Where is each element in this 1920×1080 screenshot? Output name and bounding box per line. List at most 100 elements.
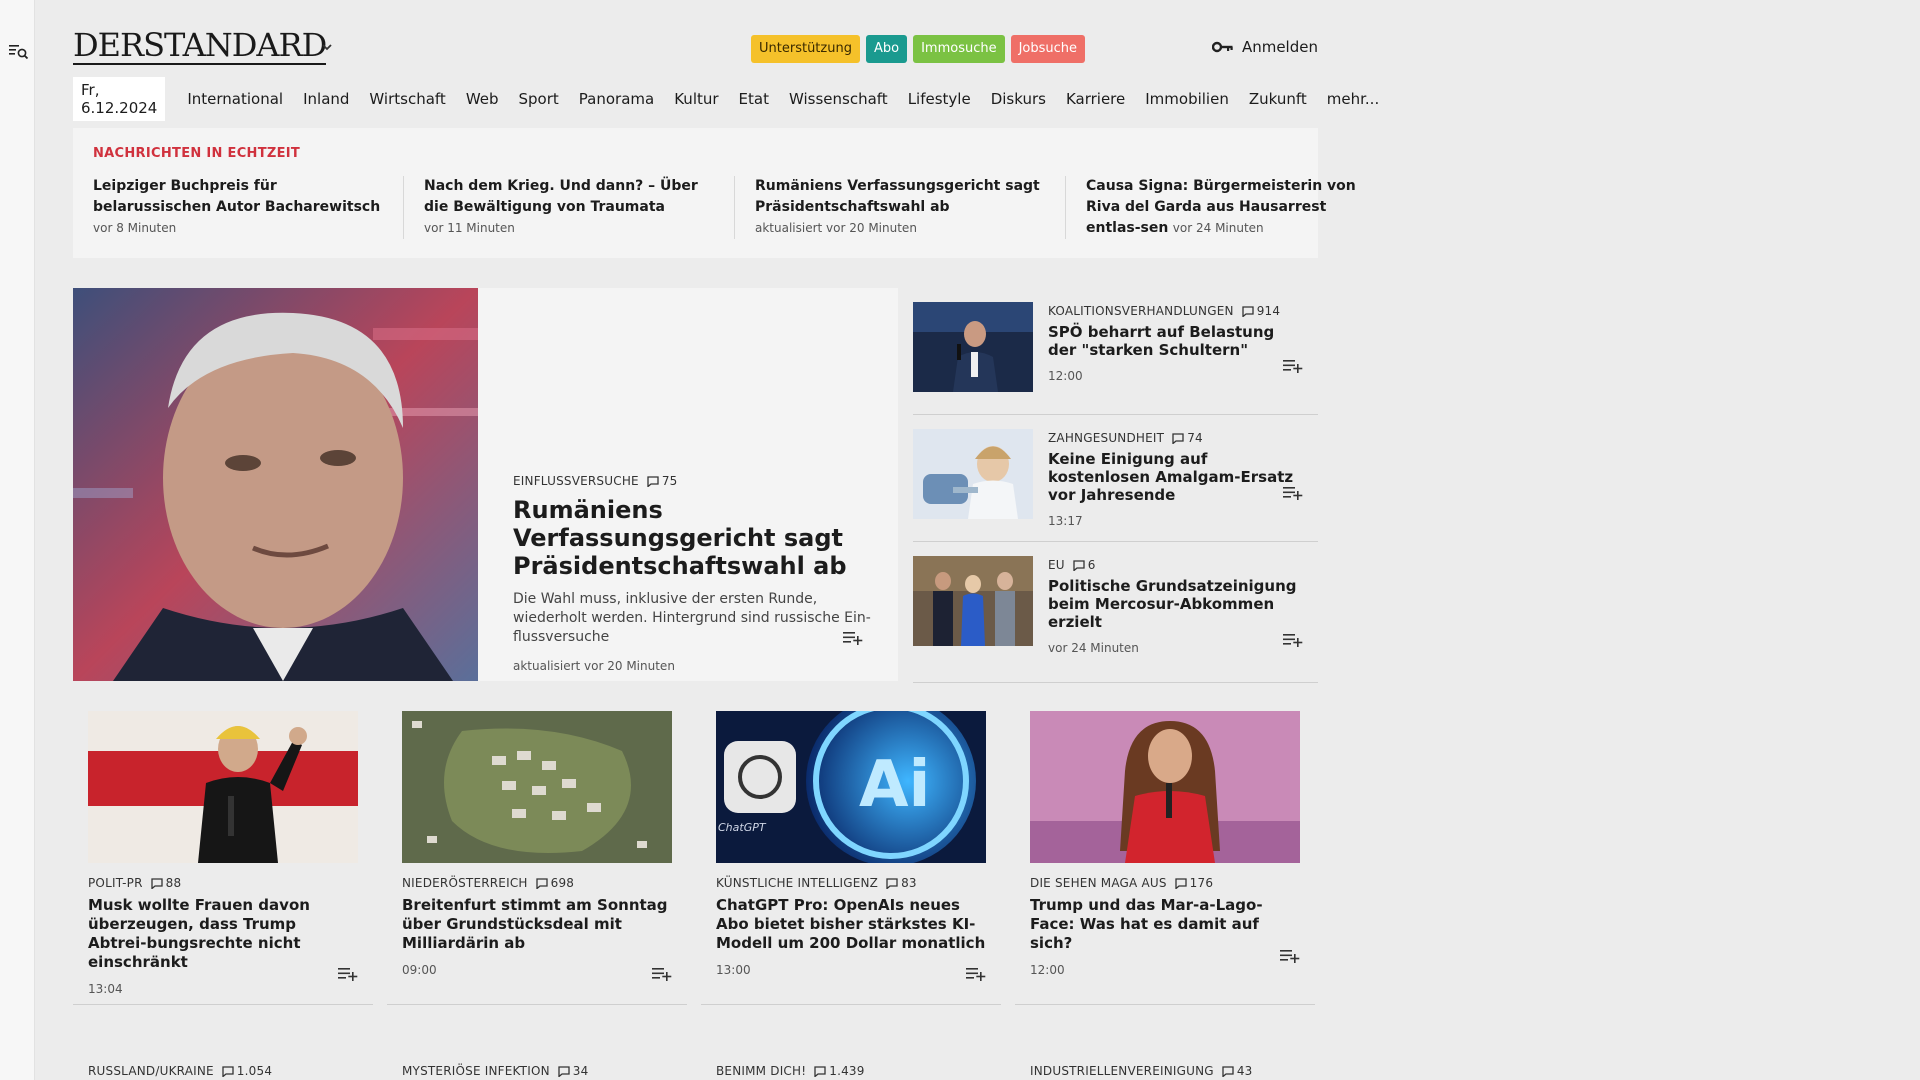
- add-to-list-icon[interactable]: [1283, 485, 1303, 501]
- add-to-list-icon[interactable]: [1280, 948, 1300, 964]
- article-kicker: ZAHNGESUNDHEIT: [1048, 431, 1165, 445]
- article-thumbnail[interactable]: [913, 429, 1033, 519]
- article-title[interactable]: Keine Einigung auf kostenlosen Amalgam-E…: [1048, 450, 1303, 504]
- nav-item-panorama[interactable]: Panorama: [569, 90, 664, 108]
- nav-item-international[interactable]: International: [177, 90, 293, 108]
- pill-jobsuche[interactable]: Jobsuche: [1010, 35, 1086, 63]
- list-item[interactable]: KOALITIONSVERHANDLUNGEN 914 SPÖ beharrt …: [913, 288, 1318, 415]
- add-to-list-icon[interactable]: [1283, 632, 1303, 648]
- nav-item-zukunft[interactable]: Zukunft: [1239, 90, 1317, 108]
- live-item-time: vor 8 Minuten: [93, 221, 177, 235]
- pill-unterstuetzung[interactable]: Unterstützung: [751, 35, 860, 63]
- live-item[interactable]: Leipziger Buchpreis für belarussischen A…: [93, 176, 404, 239]
- nav-item-kultur[interactable]: Kultur: [664, 90, 728, 108]
- search-menu-icon[interactable]: [9, 43, 29, 61]
- live-ticker: NACHRICHTEN IN ECHTZEIT Leipziger Buchpr…: [73, 128, 1356, 258]
- article-kicker-row[interactable]: RUSSLAND/UKRAINE 1.054: [73, 1064, 373, 1078]
- article-image[interactable]: [88, 711, 358, 863]
- article-title[interactable]: Musk wollte Frauen davon überzeugen, das…: [88, 896, 358, 972]
- comment-count[interactable]: 176: [1175, 876, 1214, 890]
- comment-count[interactable]: 1.054: [222, 1064, 272, 1078]
- pill-immosuche[interactable]: Immosuche: [913, 35, 1005, 63]
- lead-title[interactable]: Rumäniens Verfassungsgericht sagt Präsid…: [513, 496, 873, 580]
- article-thumbnail[interactable]: [913, 302, 1033, 392]
- lead-kicker-row: EINFLUSSVERSUCHE 75: [513, 474, 873, 488]
- login-button[interactable]: Anmelden: [1211, 38, 1318, 56]
- article-timestamp: 12:00: [1030, 963, 1065, 977]
- article-timestamp: 13:00: [716, 963, 751, 977]
- article-kicker-row[interactable]: BENIMM DICH! 1.439: [701, 1064, 1001, 1078]
- pill-abo[interactable]: Abo: [865, 35, 908, 63]
- nav-item-wirtschaft[interactable]: Wirtschaft: [359, 90, 455, 108]
- nav-item-immobilien[interactable]: Immobilien: [1135, 90, 1239, 108]
- article-thumbnail[interactable]: [913, 556, 1033, 646]
- comment-count-value: 74: [1187, 431, 1203, 445]
- article-grid: POLIT-PR 88 Musk wollte Frauen davon übe…: [73, 696, 1318, 1005]
- add-to-list-icon[interactable]: [966, 966, 986, 982]
- comment-count[interactable]: 75: [647, 474, 678, 488]
- article-kicker: INDUSTRIELLENVEREINIGUNG: [1030, 1064, 1214, 1078]
- live-item[interactable]: Nach dem Krieg. Und dann? – Über die Bew…: [424, 176, 735, 239]
- comment-count[interactable]: 914: [1242, 304, 1281, 318]
- side-list: KOALITIONSVERHANDLUNGEN 914 SPÖ beharrt …: [913, 288, 1318, 683]
- article-card[interactable]: Ai ChatGPT KÜNSTLICHE INTELLIGENZ 83 Cha…: [701, 696, 1001, 1005]
- add-to-list-icon[interactable]: [1283, 358, 1303, 374]
- comment-icon: [535, 877, 548, 889]
- comment-icon: [647, 475, 659, 487]
- nav-item-sport[interactable]: Sport: [509, 90, 569, 108]
- article-kicker: BENIMM DICH!: [716, 1064, 807, 1078]
- article-title[interactable]: Trump und das Mar-a-Lago-Face: Was hat e…: [1030, 896, 1300, 953]
- list-item[interactable]: ZAHNGESUNDHEIT 74 Keine Einigung auf kos…: [913, 415, 1318, 542]
- comment-count[interactable]: 74: [1172, 431, 1203, 445]
- article-title[interactable]: SPÖ beharrt auf Belastung der "starken S…: [1048, 323, 1303, 359]
- article-title[interactable]: ChatGPT Pro: OpenAIs neues Abo bietet bi…: [716, 896, 986, 953]
- comment-count[interactable]: 698: [535, 876, 575, 890]
- article-title[interactable]: Breitenfurt stimmt am Sonntag über Grund…: [402, 896, 672, 953]
- comment-icon: [222, 1065, 234, 1077]
- article-kicker: DIE SEHEN MAGA AUS: [1030, 876, 1167, 890]
- nav-item-mehr[interactable]: mehr...: [1317, 90, 1389, 108]
- article-card[interactable]: DIE SEHEN MAGA AUS 176 Trump und das Mar…: [1015, 696, 1315, 1005]
- lead-timestamp: aktualisiert vor 20 Minuten: [513, 659, 675, 673]
- nav-item-karriere[interactable]: Karriere: [1056, 90, 1135, 108]
- site-logo[interactable]: DERSTANDARD: [73, 27, 327, 65]
- article-kicker-row[interactable]: INDUSTRIELLENVEREINIGUNG 43: [1015, 1064, 1315, 1078]
- nav-item-wissenschaft[interactable]: Wissenschaft: [779, 90, 898, 108]
- comment-count[interactable]: 43: [1222, 1064, 1253, 1078]
- list-item[interactable]: EU 6 Politische Grundsatzeinigung beim M…: [913, 542, 1318, 683]
- article-card[interactable]: POLIT-PR 88 Musk wollte Frauen davon übe…: [73, 696, 373, 1005]
- ai-text: Ai: [859, 748, 930, 822]
- add-to-list-icon[interactable]: [338, 966, 358, 982]
- add-to-list-icon[interactable]: [843, 630, 863, 646]
- live-item[interactable]: Rumäniens Verfassungsgericht sagt Präsid…: [755, 176, 1066, 239]
- article-image[interactable]: Ai ChatGPT: [716, 711, 986, 863]
- lead-story-image[interactable]: [73, 288, 478, 681]
- article-image[interactable]: [402, 711, 672, 863]
- key-icon: [1211, 41, 1233, 53]
- comment-count[interactable]: 34: [558, 1064, 589, 1078]
- nav-item-lifestyle[interactable]: Lifestyle: [898, 90, 981, 108]
- comment-count-value: 6: [1087, 558, 1096, 572]
- live-item-time: vor 11 Minuten: [424, 221, 515, 235]
- article-card[interactable]: NIEDERÖSTERREICH 698 Breitenfurt stimmt …: [387, 696, 687, 1005]
- live-item[interactable]: Causa Signa: Bürgermeisterin von Riva de…: [1086, 176, 1396, 239]
- nav-item-diskurs[interactable]: Diskurs: [981, 90, 1056, 108]
- comment-count[interactable]: 88: [150, 876, 182, 890]
- nav-item-inland[interactable]: Inland: [293, 90, 359, 108]
- add-to-list-icon[interactable]: [652, 966, 672, 982]
- comment-count-value: 914: [1256, 304, 1281, 318]
- comment-icon: [1172, 432, 1184, 444]
- nav-item-web[interactable]: Web: [456, 90, 509, 108]
- article-image[interactable]: [1030, 711, 1300, 863]
- comment-count[interactable]: 6: [1073, 558, 1096, 572]
- article-kicker-row[interactable]: MYSTERIÖSE INFEKTION 34: [387, 1064, 687, 1078]
- comment-count[interactable]: 83: [886, 876, 917, 890]
- article-kicker: MYSTERIÖSE INFEKTION: [402, 1064, 550, 1078]
- lead-story[interactable]: EINFLUSSVERSUCHE 75 Rumäniens Verfassung…: [73, 288, 898, 681]
- nav-item-etat[interactable]: Etat: [729, 90, 779, 108]
- comment-count[interactable]: 1.439: [814, 1064, 864, 1078]
- live-item-time: aktualisiert vor 20 Minuten: [755, 221, 917, 235]
- chevron-down-icon[interactable]: [320, 40, 334, 54]
- comment-icon: [558, 1065, 570, 1077]
- article-title[interactable]: Politische Grundsatzeinigung beim Mercos…: [1048, 577, 1303, 631]
